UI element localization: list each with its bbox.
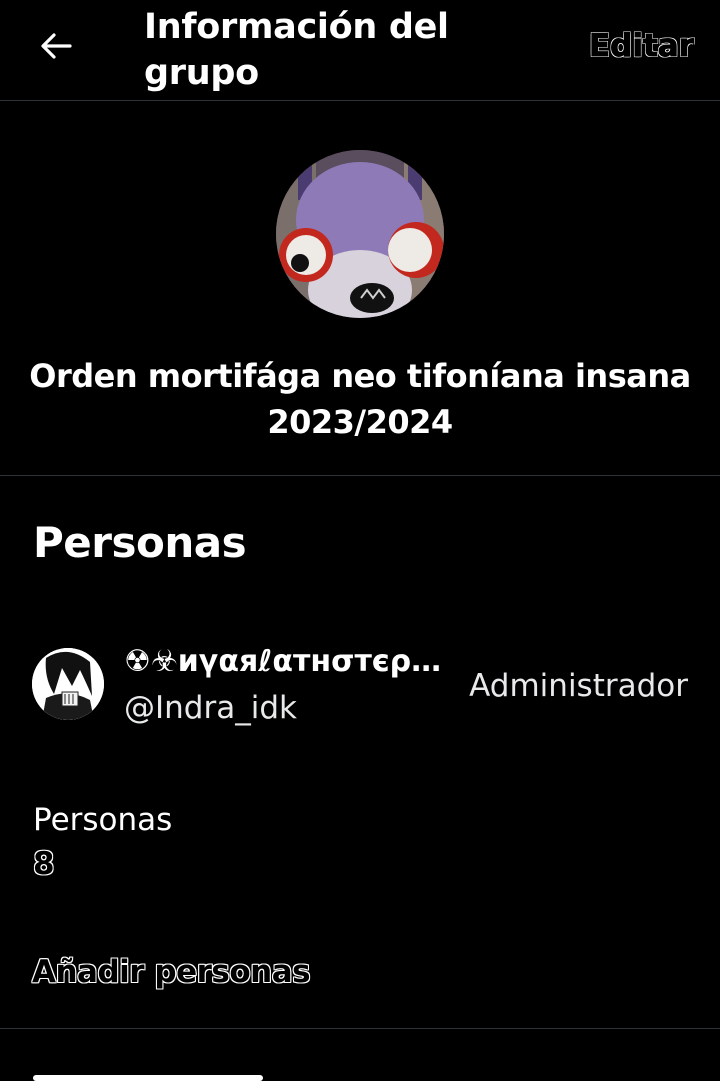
next-section-title-cutoff (33, 1066, 333, 1081)
group-avatar[interactable] (276, 150, 444, 318)
page-title: Información del grupo (144, 7, 449, 93)
group-photo-image (276, 150, 444, 318)
section-title-people: Personas (33, 518, 247, 567)
back-button[interactable] (30, 22, 82, 70)
add-people-button[interactable]: Añadir personas (32, 954, 311, 990)
member-display-name: ☢☣иүαяℓαтнσтєρ… (124, 644, 442, 679)
group-name: Orden mortifága neo tifoníana insana 202… (29, 357, 691, 441)
member-avatar[interactable] (32, 648, 104, 720)
member-handle: @Indra_idk (124, 690, 297, 726)
member-row[interactable]: ☢☣иүαяℓαтнσтєρ… @Indra_idk Administrador (0, 630, 720, 740)
divider (0, 1028, 720, 1029)
edit-button[interactable]: Editar (588, 28, 694, 65)
arrow-left-icon (41, 33, 72, 59)
people-count-value: 8 (33, 846, 55, 882)
top-bar: Información del grupo Editar (0, 0, 720, 101)
people-count-label: Personas (33, 802, 173, 838)
member-avatar-image (32, 648, 104, 720)
member-role-badge: Administrador (469, 668, 688, 704)
divider (0, 475, 720, 476)
